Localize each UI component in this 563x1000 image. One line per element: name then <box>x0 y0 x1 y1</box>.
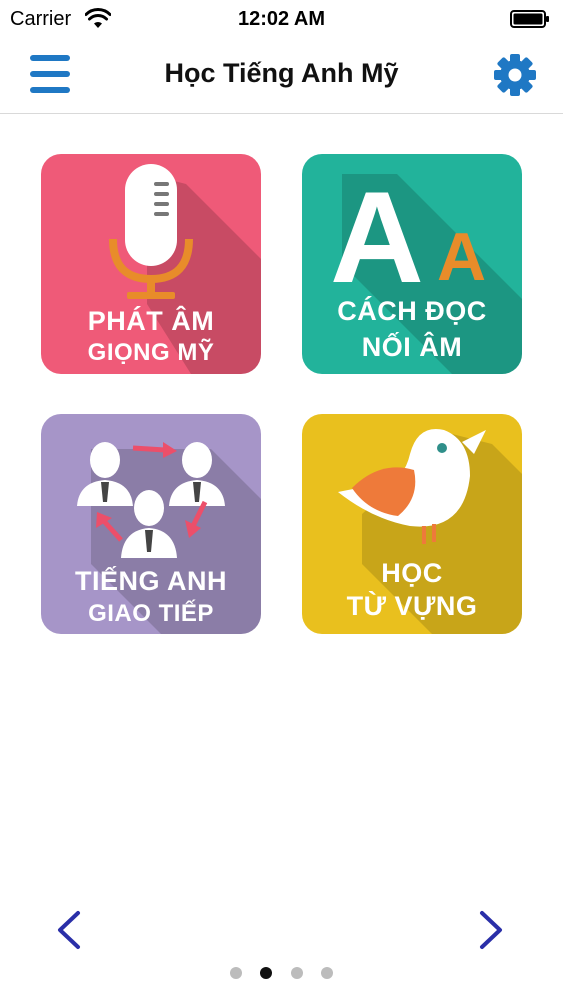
tile-title-line2: GIỌNG MỸ <box>87 339 215 366</box>
tile-title-line1: CÁCH ĐỌC <box>337 296 487 326</box>
next-page-button[interactable] <box>470 905 510 955</box>
chevron-left-icon <box>58 911 80 949</box>
settings-button[interactable] <box>492 52 538 98</box>
gear-icon <box>494 54 536 96</box>
letter-big-a: A <box>330 164 424 310</box>
battery-icon <box>510 10 549 28</box>
page-dot-1[interactable] <box>229 967 242 979</box>
page-dot-4[interactable] <box>321 967 334 979</box>
chevron-right-icon <box>480 911 502 949</box>
page-title: Học Tiếng Anh Mỹ <box>164 58 399 88</box>
tile-title-line2: TỪ VỰNG <box>346 591 478 621</box>
tile-title-line1: TIẾNG ANH <box>75 566 227 596</box>
page-dot-2[interactable] <box>260 967 273 979</box>
nav-bar: Học Tiếng Anh Mỹ <box>0 40 563 114</box>
status-bar: Carrier 12:02 AM <box>0 0 563 40</box>
page-indicator <box>0 966 563 984</box>
letter-small-a: A <box>437 219 486 295</box>
tile-title-line1: HỌC <box>381 558 443 588</box>
previous-page-button[interactable] <box>50 905 90 955</box>
page-dot-3[interactable] <box>290 967 303 979</box>
tile-tieng-anh-giao-tiep[interactable]: TIẾNG ANH GIAO TIẾP <box>41 414 261 634</box>
status-time: 12:02 AM <box>237 8 326 30</box>
tile-phat-am-giong-my[interactable]: PHÁT ÂM GIỌNG MỸ <box>41 154 261 374</box>
tile-cach-doc-noi-am[interactable]: A A CÁCH ĐỌC NỐI ÂM <box>302 154 522 374</box>
tile-title-line2: NỐI ÂM <box>361 332 463 362</box>
tile-title-line1: PHÁT ÂM <box>87 306 215 336</box>
tile-hoc-tu-vung[interactable]: HỌC TỪ VỰNG <box>302 414 522 634</box>
tile-title-line2: GIAO TIẾP <box>88 600 214 627</box>
